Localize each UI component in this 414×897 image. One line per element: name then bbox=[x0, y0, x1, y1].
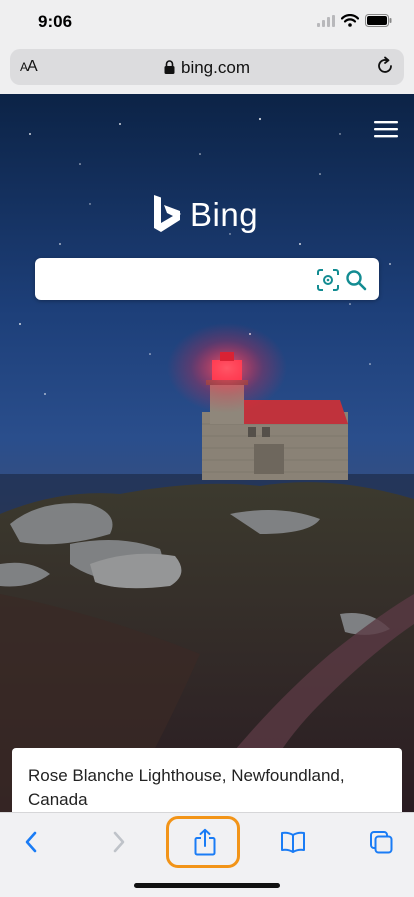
status-icons bbox=[317, 14, 392, 27]
visual-search-icon[interactable] bbox=[317, 269, 339, 291]
image-caption: Rose Blanche Lighthouse, Newfoundland, C… bbox=[28, 766, 345, 809]
bing-b-icon bbox=[154, 195, 180, 232]
back-button[interactable] bbox=[16, 827, 46, 857]
battery-icon bbox=[365, 14, 392, 27]
lock-icon bbox=[164, 60, 175, 74]
bing-brand-text: Bing bbox=[190, 196, 259, 233]
book-icon bbox=[281, 831, 305, 853]
bookmarks-button[interactable] bbox=[278, 827, 308, 857]
chevron-left-icon bbox=[25, 831, 37, 853]
url-text: bing.com bbox=[181, 58, 250, 77]
hamburger-menu-icon[interactable] bbox=[374, 120, 398, 138]
share-button[interactable] bbox=[190, 827, 220, 857]
url-display[interactable]: bing.com bbox=[10, 58, 404, 78]
forward-button[interactable] bbox=[104, 827, 134, 857]
share-icon bbox=[194, 828, 216, 856]
address-bar[interactable]: AA bing.com bbox=[10, 49, 404, 85]
hero-background: Bing bbox=[0, 94, 414, 812]
image-caption-card[interactable]: Rose Blanche Lighthouse, Newfoundland, C… bbox=[12, 748, 402, 818]
status-time: 9:06 bbox=[38, 12, 73, 31]
tabs-button[interactable] bbox=[366, 827, 396, 857]
status-bar: 9:06 bbox=[0, 0, 414, 44]
browser-toolbar bbox=[0, 812, 414, 897]
wifi-icon bbox=[341, 14, 359, 27]
cellular-signal-icon bbox=[317, 14, 335, 27]
chevron-right-icon bbox=[113, 831, 125, 853]
bing-logo[interactable]: Bing bbox=[152, 194, 258, 236]
home-indicator bbox=[134, 883, 280, 888]
address-area: AA bing.com bbox=[0, 44, 414, 94]
search-icon[interactable] bbox=[345, 269, 367, 291]
tabs-icon bbox=[370, 831, 393, 854]
reload-icon[interactable] bbox=[374, 55, 396, 77]
search-input[interactable] bbox=[35, 258, 379, 300]
